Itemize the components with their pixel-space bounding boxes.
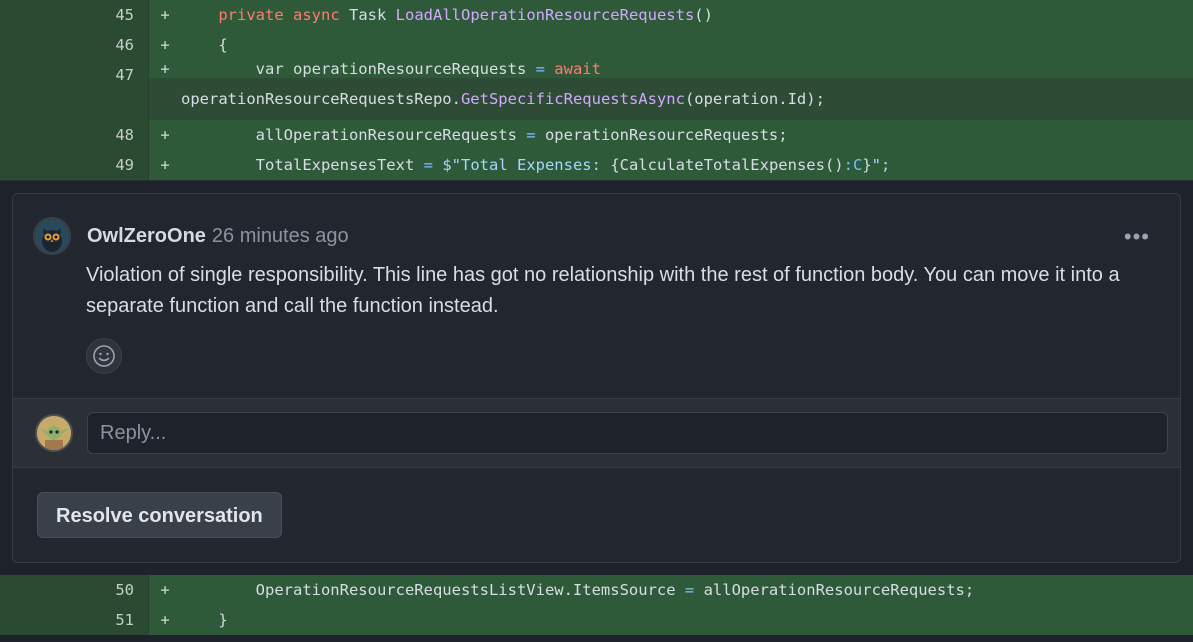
code-cell[interactable]: + } — [149, 605, 1193, 635]
author-avatar[interactable] — [33, 217, 71, 255]
diff-line: 51 + } — [0, 605, 1193, 635]
yoda-icon — [37, 416, 71, 450]
resolve-area: Resolve conversation — [13, 468, 1180, 562]
code-token: Task — [339, 6, 396, 24]
line-number[interactable]: 48 — [0, 120, 149, 150]
comment-body: Violation of single responsibility. This… — [86, 264, 1120, 317]
code-token: () — [694, 6, 713, 24]
code-text: } — [181, 605, 228, 635]
code-token: = — [684, 581, 695, 599]
line-number[interactable]: 51 — [0, 605, 149, 635]
added-marker: + — [160, 36, 170, 54]
line-number[interactable]: 45 — [0, 0, 149, 30]
code-token: await — [554, 60, 601, 78]
line-number[interactable]: 46 — [0, 30, 149, 60]
owl-icon — [35, 219, 69, 253]
diff-bottom: 50 + OperationResourceRequestsListView.It… — [0, 575, 1193, 635]
code-token: :C — [843, 156, 863, 174]
add-reaction-button[interactable] — [86, 338, 122, 374]
diff-line: 48 + allOperationResourceRequests = opera… — [0, 120, 1193, 150]
diff-top: 45 + private async Task LoadAllOperationR… — [0, 0, 1193, 180]
user-avatar[interactable] — [35, 414, 73, 452]
kebab-icon[interactable]: ••• — [1124, 224, 1150, 250]
added-marker: + — [160, 156, 170, 174]
code-token: operationResourceRequests; — [535, 126, 788, 144]
code-text: OperationResourceRequestsListView.ItemsS… — [181, 575, 975, 605]
code-token: } — [181, 611, 228, 629]
code-token: {CalculateTotalExpenses() — [610, 156, 844, 174]
comment-timestamp[interactable]: 26 minutes ago — [212, 225, 349, 248]
code-token: private — [218, 6, 284, 24]
comment-header: OwlZeroOne 26 minutes ago — [33, 217, 1160, 255]
added-marker: + — [160, 126, 170, 144]
line-number[interactable]: 50 — [0, 575, 149, 605]
smiley-icon — [93, 345, 115, 367]
code-token: async — [293, 6, 340, 24]
comment-author[interactable]: OwlZeroOne — [87, 225, 206, 248]
code-token: var operationResourceRequests — [181, 60, 536, 78]
code-token: (operation.Id); — [684, 90, 825, 108]
diff-line: 46 + { — [0, 30, 1193, 60]
reply-bar: Reply... — [13, 398, 1180, 468]
comment: OwlZeroOne 26 minutes ago ••• Violation … — [13, 194, 1180, 374]
code-text: var operationResourceRequests = await — [181, 60, 601, 78]
diff-line: 47 + var operationResourceRequests = awai… — [0, 60, 1193, 120]
diff-line: 45 + private async Task LoadAllOperationR… — [0, 0, 1193, 30]
added-marker: + — [160, 581, 170, 599]
code-token: allOperationResourceRequests; — [694, 581, 975, 599]
review-thread: OwlZeroOne 26 minutes ago ••• Violation … — [12, 193, 1181, 563]
code-token: = — [423, 156, 433, 174]
code-token: = — [526, 126, 536, 144]
reply-input[interactable]: Reply... — [87, 412, 1168, 454]
diff-line: 49 + TotalExpensesText = $"Total Expenses… — [0, 150, 1193, 180]
code-cell[interactable]: + private async Task LoadAllOperationRes… — [149, 0, 1193, 30]
code-token: GetSpecificRequestsAsync — [460, 90, 685, 108]
added-marker: + — [160, 6, 170, 24]
code-token: = — [535, 60, 545, 78]
code-cell[interactable]: + OperationResourceRequestsListView.Item… — [149, 575, 1193, 605]
code-cell[interactable]: + { — [149, 30, 1193, 60]
code-cell[interactable]: + allOperationResourceRequests = operati… — [149, 120, 1193, 150]
line-number[interactable]: 49 — [0, 150, 149, 180]
added-marker: + — [160, 60, 170, 78]
added-marker: + — [160, 611, 170, 629]
review-thread-area: OwlZeroOne 26 minutes ago ••• Violation … — [0, 180, 1193, 575]
code-text: { — [181, 30, 228, 60]
code-text: allOperationResourceRequests = operation… — [181, 120, 788, 150]
code-token: LoadAllOperationResourceRequests — [395, 6, 695, 24]
resolve-conversation-button[interactable]: Resolve conversation — [37, 492, 282, 538]
code-token: OperationResourceRequestsListView.ItemsS… — [181, 581, 685, 599]
code-token: "; — [871, 156, 891, 174]
line-number[interactable]: 47 — [0, 60, 149, 120]
code-token: TotalExpensesText — [181, 156, 424, 174]
code-token: operationResourceRequestsRepo. — [181, 90, 461, 108]
code-token: } — [862, 156, 872, 174]
code-token: allOperationResourceRequests — [181, 126, 527, 144]
code-text-wrapped: operationResourceRequestsRepo.GetSpecifi… — [181, 90, 825, 108]
code-token: { — [181, 36, 228, 54]
code-text: private async Task LoadAllOperationResou… — [181, 0, 713, 30]
code-text: TotalExpensesText = $"Total Expenses: {C… — [181, 150, 891, 180]
diff-line: 50 + OperationResourceRequestsListView.It… — [0, 575, 1193, 605]
code-token: $"Total Expenses: — [442, 156, 611, 174]
code-cell[interactable]: + TotalExpensesText = $"Total Expenses: … — [149, 150, 1193, 180]
code-cell[interactable]: + var operationResourceRequests = await o… — [149, 60, 1193, 108]
